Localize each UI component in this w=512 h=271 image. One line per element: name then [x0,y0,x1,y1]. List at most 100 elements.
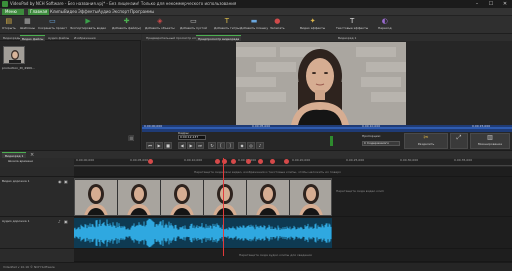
toolbar-button-8[interactable]: ▬ Добавить плашку [240,17,268,33]
timeline-marker[interactable] [215,159,220,164]
scrub-time-2: 0.00.10,000 [362,124,381,128]
eye-icon[interactable]: ◉ [58,179,62,184]
video-track-name: Видео дорожка 1 [2,179,30,183]
snapshot-button[interactable]: ◎ [247,142,255,149]
toolbar-button-11[interactable]: T Текстовые эффекты [336,17,368,33]
menu-effects[interactable]: Эффекты [78,9,98,15]
go-start-button[interactable]: ⏮ [146,142,154,149]
mark-in-button[interactable]: [ [217,142,225,149]
menu-programs[interactable]: Программы [130,9,154,15]
menu-export[interactable]: Экспорт [112,9,129,15]
preview-scrub-bar[interactable]: 0.00.00,000 0.00.05,000 0.00.10,000 0.00… [142,125,512,132]
aspect-ratio-select[interactable]: С Содержимого [362,141,400,146]
audio-drop-hint: Перетащите сюда аудио клипы для сведения [239,253,312,257]
audio-waveform [74,218,332,248]
video-clip[interactable] [74,178,332,216]
scrub-time-3: 0.00.15,000 [472,124,491,128]
status-bar: VideoPad v 10.16 © NCH Software [0,262,512,271]
ruler-tick-label: 0.00.35,000 [454,158,473,162]
video-effects-icon: ✦ [309,17,316,25]
scrub-time-1: 0.00.05,000 [252,124,271,128]
add-titles-icon: T [224,17,230,25]
toolbar-button-2[interactable]: ▭ Сохранить проект [38,17,67,33]
tab-images[interactable]: Изображения [72,35,98,41]
toolbar-button-10[interactable]: ✦ Видео эффекты [300,17,325,33]
media-file-thumbnail[interactable] [3,46,25,64]
lock-icon[interactable]: ▣ [64,179,68,184]
toolbar-button-label: Экспортировать видео [70,26,107,30]
audio-clip[interactable] [74,218,332,248]
main-toolbar: ▤ Открыть ▦ Шаблоны ▭ Сохранить проект ▶ Экспор… [0,16,512,34]
menu-clips[interactable]: Клипы [50,9,64,15]
fullscreen-button[interactable]: ⤢ [450,133,468,149]
tab-sequence-preview[interactable]: Предпросмотр видеоряда [196,35,242,41]
app-logo-icon [2,1,8,7]
fullscreen-icon: ⤢ [456,134,462,141]
split-button[interactable]: ✂ Разделить [404,133,448,149]
audio-level-meter [330,136,333,146]
audio-mix-lane[interactable]: Перетащите сюда аудио клипы для сведения [74,249,512,262]
preview-tabs: Предварительный просмотр клипа Предпросм… [142,34,512,41]
stop-button[interactable]: ■ [164,142,172,149]
timeline-marker[interactable] [284,159,289,164]
status-text: VideoPad v 10.16 © NCH Software [3,265,55,269]
overlay-lane[interactable]: Перетащите сюда свои видео, изображения … [74,167,512,177]
tab-sequence-1[interactable]: Видеоряд 1 [2,152,27,158]
toolbar-button-12[interactable]: ◐ Переход [378,17,392,33]
main-menu-button[interactable]: Меню [2,9,24,15]
toolbar-button-6[interactable]: ▭ Добавить пустой [180,17,207,33]
woman-video-frame [236,42,406,125]
add-objects-icon: ◈ [157,17,163,25]
audio-track-name: Аудио дорожка 1 [2,219,30,223]
add-file-icon: ✚ [123,17,130,25]
tab-video-files[interactable]: Видео файлы [20,35,46,41]
toolbar-button-4[interactable]: ✚ Добавить файл(ы) [112,17,141,33]
toolbar-button-label: Открыть [2,26,16,30]
timeline-ruler[interactable]: 0.00.00,0000.00.05,0000.00.10,0000.00.15… [74,159,512,166]
toolbar-button-label: Добавить плашку [240,26,269,30]
clip-frame-thumbnail [204,180,247,215]
tab-audio-files[interactable]: Аудио файлы [46,35,71,41]
audio-mix-button[interactable]: ▥ Микширование [470,133,510,149]
timeline-marker[interactable] [148,159,153,164]
playback-controls: Кадры: 0:00:12,137 ⏮ ▶ ■ ◀ ▶ ⏭ ↻ [ ] ◆ ◎… [142,131,512,150]
audio-lock-icon[interactable]: ▣ [64,219,68,224]
audio-mix-label: Микширование [477,142,503,146]
close-tab-icon[interactable]: × [30,152,34,158]
mark-out-button[interactable]: ] [226,142,234,149]
timecode-field[interactable]: 0:00:12,137 [178,135,206,140]
timeline-marker[interactable] [258,159,263,164]
toolbar-button-1[interactable]: ▦ Шаблоны [20,17,35,33]
maximize-button[interactable]: ☐ [484,0,498,8]
toolbar-button-0[interactable]: ▤ Открыть [2,17,16,33]
menu-video[interactable]: Видео [64,9,77,15]
next-frame-button[interactable]: ▶ [187,142,195,149]
volume-button[interactable]: ♪ [256,142,264,149]
menu-home[interactable]: Главная [28,9,50,15]
tab-clip-preview[interactable]: Предварительный просмотр клипа [144,35,204,41]
toolbar-button-5[interactable]: ◈ Добавить объекты [145,17,175,33]
timeline-marker[interactable] [270,159,275,164]
timeline-marker[interactable] [231,159,236,164]
timeline-playhead[interactable] [223,158,224,256]
timeline-marker[interactable] [246,159,251,164]
prev-frame-button[interactable]: ◀ [178,142,186,149]
overlay-track-header [0,167,74,177]
ruler-tick-label: 0.00.25,000 [346,158,365,162]
speaker-icon[interactable]: ♪ [58,219,61,224]
timeline-scale: Шкала времени [2,159,72,165]
play-button[interactable]: ▶ [155,142,163,149]
minimize-button[interactable]: – [470,0,484,8]
woman-thumbnail-image [4,47,24,63]
text-effects-icon: T [349,17,355,25]
toolbar-button-label: Видео эффекты [300,26,326,30]
loop-button[interactable]: ↻ [208,142,216,149]
go-end-button[interactable]: ⏭ [196,142,204,149]
menu-audio[interactable]: Аудио [98,9,111,15]
template-icon: ▦ [24,17,31,25]
toolbar-button-9[interactable]: ● Записать [270,17,285,33]
toolbar-button-3[interactable]: ▶ Экспортировать видео [70,17,106,33]
add-marker-button[interactable]: ◆ [238,142,246,149]
close-button[interactable]: ✕ [498,0,512,8]
toolbar-button-7[interactable]: T Добавить титры [214,17,240,33]
